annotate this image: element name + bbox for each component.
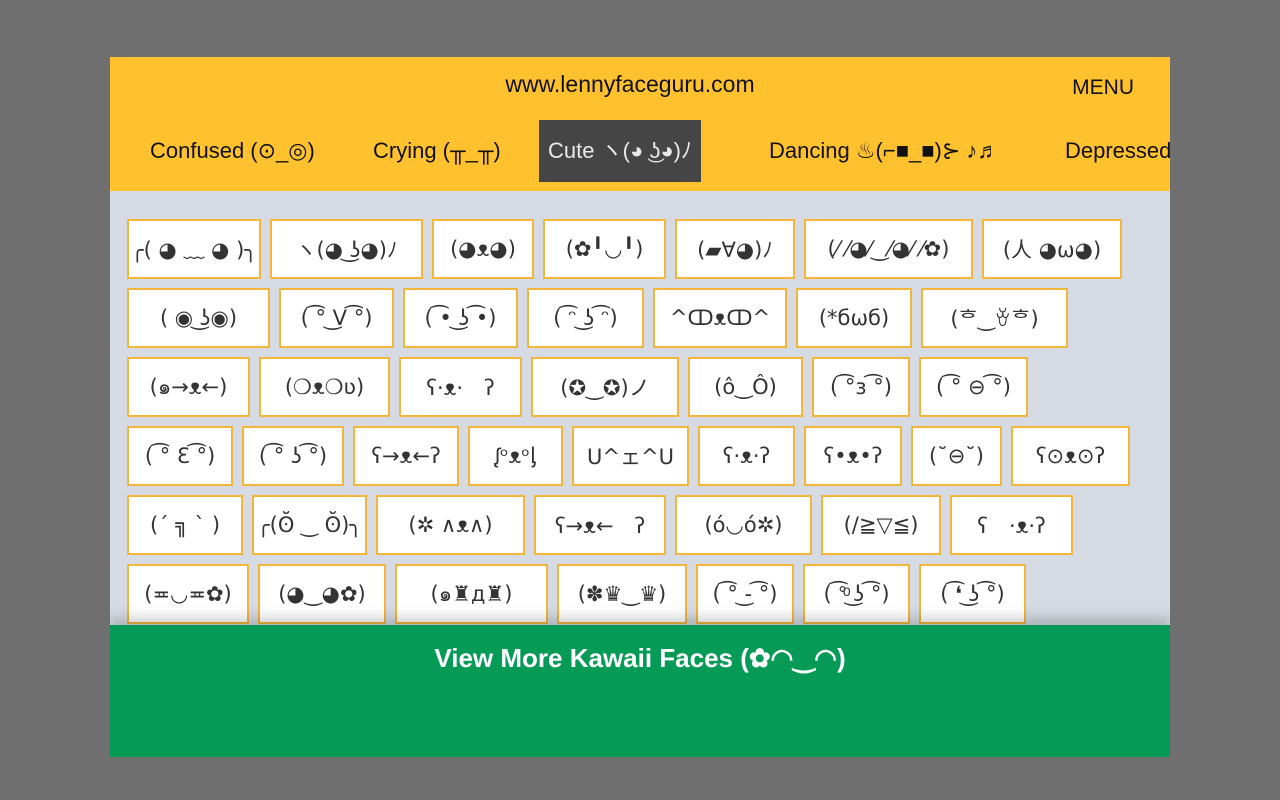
- face-button[interactable]: ᶘᵒᴥᵒᶅ: [468, 426, 563, 486]
- browser-viewport: www.lennyfaceguru.com MENU Confused (⊙_◎…: [110, 57, 1170, 757]
- faces-row: (´ ╗ ` ) ╭(ʘ̆ ‿ ʘ̆)╮ (✲ ∧ᴥ∧) ʕ→ᴥ← ʔ (ó◡ó…: [127, 495, 1137, 555]
- view-more-kawaii-faces-link[interactable]: View More Kawaii Faces (✿◠‿◠): [110, 643, 1170, 674]
- site-header: www.lennyfaceguru.com MENU Confused (⊙_◎…: [110, 57, 1170, 191]
- face-button[interactable]: ヽ(◕ ͜ʖ◕)ﾉ: [270, 219, 423, 279]
- face-button[interactable]: (⁄ ⁄◕⁄‿⁄◕⁄ ⁄✿): [804, 219, 973, 279]
- tab-cute[interactable]: Cute ヽ(◕ ͜ʖ◕)ﾉ: [539, 120, 701, 182]
- face-button[interactable]: ʕ⊙ᴥ⊙ʔ: [1011, 426, 1130, 486]
- face-button[interactable]: (๑♜д♜): [395, 564, 548, 624]
- face-button[interactable]: (✲ ∧ᴥ∧): [376, 495, 525, 555]
- face-button[interactable]: (ô‿Ô): [688, 357, 803, 417]
- face-button[interactable]: (ᄒ‿ꈊᄒ): [921, 288, 1068, 348]
- faces-row: (≖◡≖✿) (◕‿◕✿) (๑♜д♜) (✽♛‿♛) ( ͡° ͜- ͡°) …: [127, 564, 1137, 624]
- face-button[interactable]: ( ͡° ͜V ͡°): [279, 288, 394, 348]
- face-button[interactable]: ʕ·ᴥ·ʔ: [698, 426, 795, 486]
- menu-button[interactable]: MENU: [1072, 76, 1134, 100]
- face-button[interactable]: (▰∀◕)ﾉ: [675, 219, 795, 279]
- face-button[interactable]: (´ ╗ ` ): [127, 495, 243, 555]
- face-button[interactable]: ( ͡° ⊖ ͡°): [919, 357, 1028, 417]
- face-button[interactable]: (ó◡ó✲): [675, 495, 812, 555]
- face-button[interactable]: ʕ·ᴥ· ʔ: [399, 357, 522, 417]
- site-url-logo[interactable]: www.lennyfaceguru.com: [110, 71, 1150, 98]
- face-button[interactable]: ( ͡❛ ͜ʖ ͡°): [919, 564, 1026, 624]
- face-button[interactable]: (˘⊖˘): [911, 426, 1002, 486]
- tab-dancing[interactable]: Dancing ♨(⌐■_■)⊱ ♪♬: [769, 120, 999, 182]
- faces-row: (๑→ᴥ←) (❍ᴥ❍ʋ) ʕ·ᴥ· ʔ (✪‿✪)ノ (ô‿Ô) ( ͡°з …: [127, 357, 1137, 417]
- faces-row: ( ◉ ͜ʖ◉) ( ͡° ͜V ͡°) ( ͡• ͜ʖ ͡•) ( ͡ᵔ ͜ʖ…: [127, 288, 1137, 348]
- face-button[interactable]: (≖◡≖✿): [127, 564, 249, 624]
- face-button[interactable]: (人 ◕ω◕): [982, 219, 1122, 279]
- face-button[interactable]: (✪‿✪)ノ: [531, 357, 679, 417]
- face-button[interactable]: ( ◉ ͜ʖ◉): [127, 288, 270, 348]
- face-button[interactable]: ʕ•ᴥ•ʔ: [804, 426, 902, 486]
- face-button[interactable]: (◕‿◕✿): [258, 564, 386, 624]
- faces-row: ( ͡° Ɛ ͡°) ( ͡° ʖ ͡°) ʕ→ᴥ←ʔ ᶘᵒᴥᵒᶅ U^ェ^U …: [127, 426, 1137, 486]
- face-button[interactable]: (❍ᴥ❍ʋ): [259, 357, 390, 417]
- faces-grid: ╭( ◕ ﹏ ◕ )╮ ヽ(◕ ͜ʖ◕)ﾉ (◕ᴥ◕) (✿╹◡╹) (▰∀◕)…: [127, 219, 1137, 633]
- face-button[interactable]: ^ↀᴥↀ^: [653, 288, 787, 348]
- face-button[interactable]: ( ͡° ͜- ͡°): [696, 564, 794, 624]
- face-button[interactable]: ( ͡° ʖ ͡°): [242, 426, 344, 486]
- face-button[interactable]: ʕ→ᴥ←ʔ: [353, 426, 459, 486]
- face-button[interactable]: ( ͡ᵔ ͜ʖ ͡ᵔ): [527, 288, 644, 348]
- face-button[interactable]: ( ͡°з ͡°): [812, 357, 910, 417]
- face-button[interactable]: U^ェ^U: [572, 426, 689, 486]
- face-button[interactable]: (/≧▽≦): [821, 495, 941, 555]
- category-tabs: Confused (⊙_◎) Crying (╥_╥) Cute ヽ(◕ ͜ʖ◕…: [110, 120, 1170, 182]
- face-button[interactable]: ╭(ʘ̆ ‿ ʘ̆)╮: [252, 495, 367, 555]
- tab-confused[interactable]: Confused (⊙_◎): [150, 120, 315, 182]
- face-button[interactable]: (✽♛‿♛): [557, 564, 687, 624]
- face-button[interactable]: (*бωб): [796, 288, 912, 348]
- face-button[interactable]: ( ͡° Ɛ ͡°): [127, 426, 233, 486]
- face-button[interactable]: ( ͡• ͜ʖ ͡•): [403, 288, 518, 348]
- view-more-banner[interactable]: View More Kawaii Faces (✿◠‿◠): [110, 625, 1170, 757]
- face-button[interactable]: (✿╹◡╹): [543, 219, 666, 279]
- face-button[interactable]: ╭( ◕ ﹏ ◕ )╮: [127, 219, 261, 279]
- face-button[interactable]: ʕ→ᴥ← ʔ: [534, 495, 666, 555]
- faces-row: ╭( ◕ ﹏ ◕ )╮ ヽ(◕ ͜ʖ◕)ﾉ (◕ᴥ◕) (✿╹◡╹) (▰∀◕)…: [127, 219, 1137, 279]
- face-button[interactable]: ( ͡°ͦ ͜ʖ ͡°): [803, 564, 910, 624]
- tab-depressed[interactable]: Depressed: [1065, 120, 1170, 182]
- face-button[interactable]: (๑→ᴥ←): [127, 357, 250, 417]
- tab-crying[interactable]: Crying (╥_╥): [373, 120, 501, 182]
- face-button[interactable]: ʕ ·ᴥ·ʔ: [950, 495, 1073, 555]
- face-button[interactable]: (◕ᴥ◕): [432, 219, 534, 279]
